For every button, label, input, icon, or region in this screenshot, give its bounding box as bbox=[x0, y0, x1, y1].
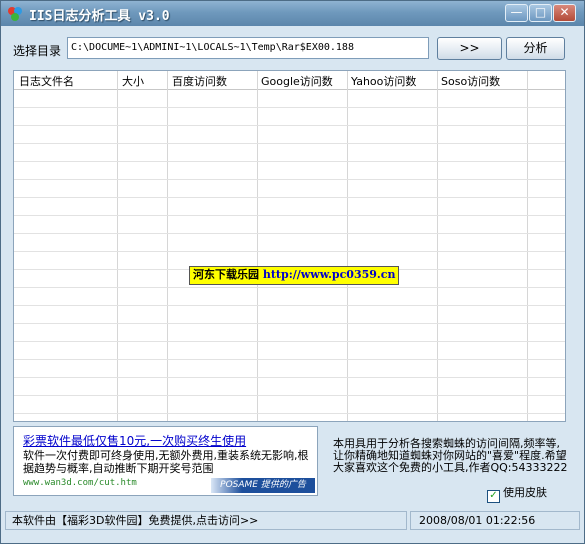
column-divider bbox=[347, 71, 348, 421]
column-header-size[interactable]: 大小 bbox=[122, 73, 144, 89]
row-divider bbox=[14, 197, 565, 198]
ad-panel: 彩票软件最低仅售10元,一次购买终生使用 软件一次付费即可终身使用,无额外费用,… bbox=[13, 426, 318, 496]
ad-provider-badge[interactable]: POSAME 提供的广告 bbox=[211, 478, 315, 493]
table-header: 日志文件名 大小 百度访问数 Google访问数 Yahoo访问数 Soso访问… bbox=[14, 71, 565, 90]
log-table[interactable]: 日志文件名 大小 百度访问数 Google访问数 Yahoo访问数 Soso访问… bbox=[13, 70, 566, 422]
row-divider bbox=[14, 359, 565, 360]
ad-url[interactable]: www.wan3d.com/cut.htm bbox=[23, 478, 137, 488]
minimize-button[interactable]: — bbox=[505, 4, 528, 22]
ad-body-text: 软件一次付费即可终身使用,无额外费用,重装系统无影响,根据趋势与概率,自动推断下… bbox=[23, 449, 309, 475]
row-divider bbox=[14, 413, 565, 414]
row-divider bbox=[14, 107, 565, 108]
status-datetime: 2008/08/01 01:22:56 bbox=[410, 511, 580, 530]
analyze-button[interactable]: 分析 bbox=[506, 37, 565, 60]
watermark-banner: 河东下载乐园 http://www.pc0359.cn bbox=[189, 266, 400, 285]
app-window: IIS日志分析工具 v3.0 — □ ✕ 选择目录 C:\DOCUME~1\AD… bbox=[0, 0, 585, 544]
watermark-url: http://www.pc0359.cn bbox=[262, 268, 396, 281]
row-divider bbox=[14, 377, 565, 378]
app-icon bbox=[8, 7, 22, 21]
column-divider bbox=[117, 71, 118, 421]
column-header-yahoo[interactable]: Yahoo访问数 bbox=[351, 73, 416, 89]
ad-title-link[interactable]: 彩票软件最低仅售10元,一次购买终生使用 bbox=[23, 432, 246, 449]
row-divider bbox=[14, 341, 565, 342]
directory-label: 选择目录 bbox=[13, 44, 62, 58]
row-divider bbox=[14, 233, 565, 234]
watermark-site: 河东下载乐园 bbox=[193, 268, 259, 281]
row-divider bbox=[14, 305, 565, 306]
column-divider bbox=[167, 71, 168, 421]
column-divider bbox=[437, 71, 438, 421]
row-divider bbox=[14, 395, 565, 396]
row-divider bbox=[14, 287, 565, 288]
browse-button[interactable]: >> bbox=[437, 37, 502, 60]
row-divider bbox=[14, 215, 565, 216]
row-divider bbox=[14, 143, 565, 144]
directory-input[interactable]: C:\DOCUME~1\ADMINI~1\LOCALS~1\Temp\Rar$E… bbox=[67, 37, 429, 59]
column-divider bbox=[527, 71, 528, 421]
maximize-button[interactable]: □ bbox=[529, 4, 552, 22]
column-header-google[interactable]: Google访问数 bbox=[261, 73, 333, 89]
column-header-baidu[interactable]: 百度访问数 bbox=[172, 73, 227, 89]
row-divider bbox=[14, 323, 565, 324]
info-text: 本用具用于分析各搜索蜘蛛的访问间隔,频率等,让你精确地知道蜘蛛对你网站的"喜爱"… bbox=[333, 437, 568, 474]
close-button[interactable]: ✕ bbox=[553, 4, 576, 22]
checkbox-check-icon[interactable]: ✓ bbox=[487, 490, 500, 503]
column-header-soso[interactable]: Soso访问数 bbox=[441, 73, 500, 89]
title-bar[interactable]: IIS日志分析工具 v3.0 — □ ✕ bbox=[1, 1, 584, 26]
column-divider bbox=[257, 71, 258, 421]
window-title: IIS日志分析工具 v3.0 bbox=[29, 9, 170, 24]
column-header-filename[interactable]: 日志文件名 bbox=[19, 73, 74, 89]
use-skin-checkbox[interactable]: ✓ 使用皮肤 bbox=[487, 484, 547, 503]
row-divider bbox=[14, 179, 565, 180]
row-divider bbox=[14, 125, 565, 126]
use-skin-label: 使用皮肤 bbox=[503, 486, 547, 499]
directory-row: 选择目录 C:\DOCUME~1\ADMINI~1\LOCALS~1\Temp\… bbox=[1, 37, 584, 63]
status-visit-link[interactable]: 本软件由【福彩3D软件园】免费提供,点击访问>> bbox=[5, 511, 407, 530]
status-bar: 本软件由【福彩3D软件园】免费提供,点击访问>> 2008/08/01 01:2… bbox=[5, 511, 580, 530]
row-divider bbox=[14, 251, 565, 252]
row-divider bbox=[14, 161, 565, 162]
